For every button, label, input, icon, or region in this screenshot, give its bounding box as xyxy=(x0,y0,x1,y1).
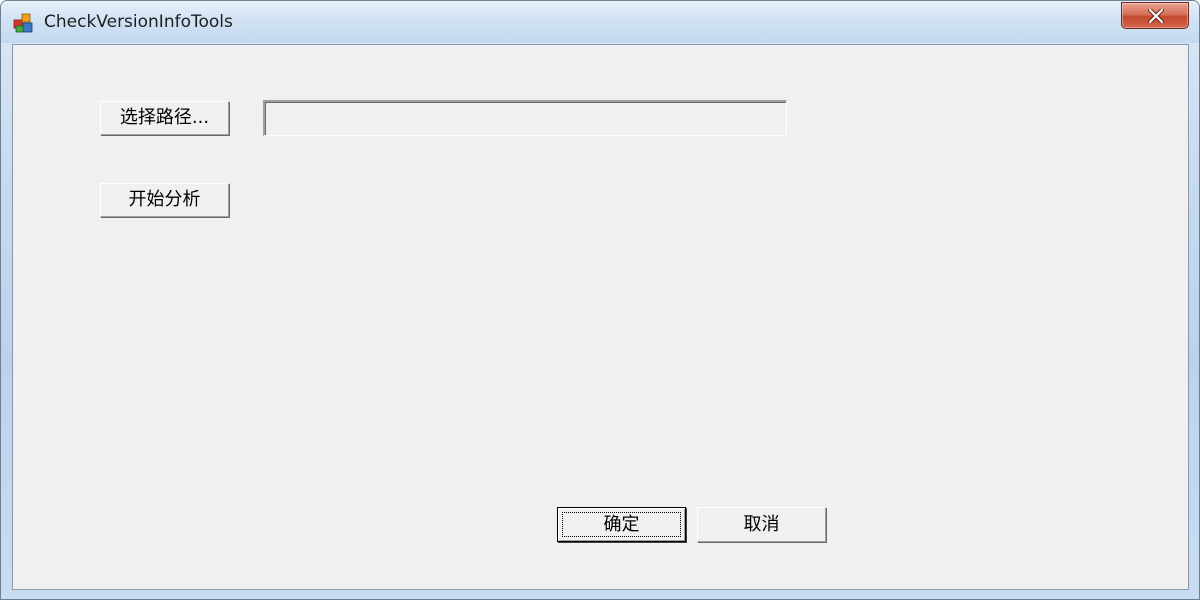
focus-rectangle xyxy=(562,512,681,537)
cancel-label: 取消 xyxy=(743,514,780,535)
ok-button[interactable]: 确定 xyxy=(557,507,686,542)
app-window: CheckVersionInfoTools 选择路径... 开始分析 确定 取消 xyxy=(0,0,1200,600)
close-button[interactable] xyxy=(1121,2,1189,29)
window-title: CheckVersionInfoTools xyxy=(44,12,233,32)
title-bar[interactable]: CheckVersionInfoTools xyxy=(1,1,1199,43)
dialog-client-area: 选择路径... 开始分析 确定 取消 xyxy=(12,44,1189,590)
select-path-button[interactable]: 选择路径... xyxy=(100,101,229,135)
app-cubes-icon xyxy=(13,11,35,33)
start-analysis-button[interactable]: 开始分析 xyxy=(100,183,229,217)
select-path-label: 选择路径... xyxy=(119,107,210,128)
close-icon xyxy=(1148,9,1164,23)
cancel-button[interactable]: 取消 xyxy=(697,507,826,542)
path-input[interactable] xyxy=(263,100,787,136)
start-analysis-label: 开始分析 xyxy=(128,189,201,210)
